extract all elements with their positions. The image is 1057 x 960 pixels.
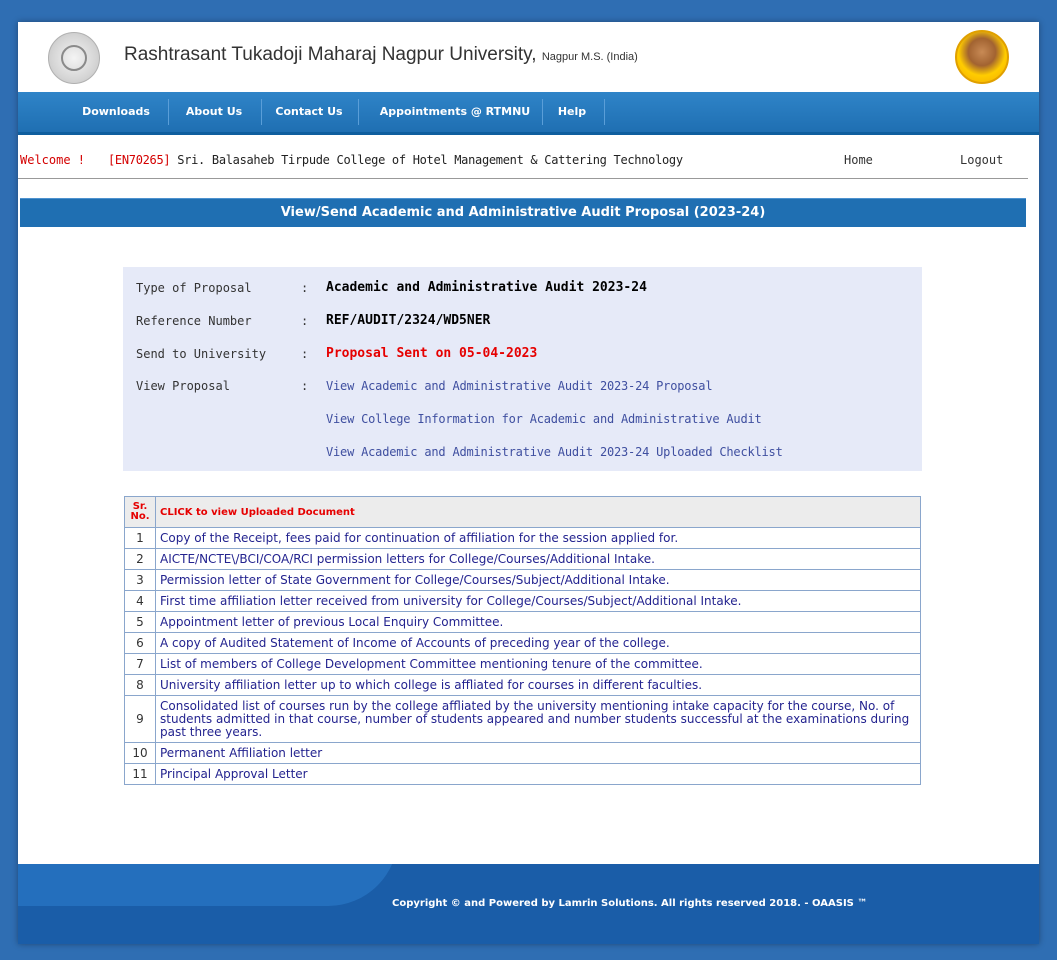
col-sr-header: Sr. No. (124, 496, 156, 528)
proposal-info-box: Type of Proposal : Academic and Administ… (123, 267, 922, 471)
colon: : (301, 347, 309, 361)
document-link[interactable]: Permission letter of State Government fo… (155, 569, 921, 591)
welcome-bar: Welcome ! [EN70265] Sri. Balasaheb Tirpu… (18, 150, 1028, 179)
nav-about-us[interactable]: About Us (178, 92, 250, 132)
table-row: 1 Copy of the Receipt, fees paid for cont… (124, 527, 921, 549)
reference-row: Reference Number : REF/AUDIT/2324/WD5NER (123, 310, 922, 334)
view-college-info-link[interactable]: View College Information for Academic an… (326, 412, 762, 426)
document-link[interactable]: University affiliation letter up to whic… (155, 674, 921, 696)
colon: : (301, 379, 309, 393)
footer-wave-decoration (18, 864, 398, 906)
table-row: 5 Appointment letter of previous Local En… (124, 611, 921, 633)
copyright-text: Copyright © and Powered by Lamrin Soluti… (392, 898, 868, 909)
view-proposal-row: View Proposal : View Academic and Admini… (123, 375, 922, 399)
view-proposal-label: View Proposal (136, 379, 230, 393)
send-row: Send to University : Proposal Sent on 05… (123, 343, 922, 367)
row-number: 5 (124, 611, 156, 633)
site-title: Rashtrasant Tukadoji Maharaj Nagpur Univ… (124, 44, 638, 66)
row-number: 1 (124, 527, 156, 549)
nav-appointments[interactable]: Appointments @ RTMNU (370, 92, 540, 132)
col-sr-line2: No. (130, 511, 150, 522)
table-row: 3 Permission letter of State Government f… (124, 569, 921, 591)
university-location: Nagpur M.S. (India) (541, 51, 638, 63)
row-number: 6 (124, 632, 156, 654)
colon: : (301, 314, 309, 328)
row-number: 3 (124, 569, 156, 591)
home-link[interactable]: Home (844, 153, 873, 167)
proposal-type-label: Type of Proposal (136, 281, 252, 295)
row-number: 9 (124, 695, 156, 743)
table-row: 10 Permanent Affiliation letter (124, 742, 921, 764)
document-link[interactable]: Principal Approval Letter (155, 763, 921, 785)
college-info: [EN70265] Sri. Balasaheb Tirpude College… (108, 153, 683, 167)
view-checklist-row: View Academic and Administrative Audit 2… (123, 441, 922, 465)
table-row: 11 Principal Approval Letter (124, 763, 921, 785)
document-link[interactable]: AICTE/NCTE\/BCI/COA/RCI permission lette… (155, 548, 921, 570)
table-header-row: Sr. No. CLICK to view Uploaded Document (124, 496, 921, 528)
table-row: 6A copy of Audited Statement of Income o… (124, 632, 921, 654)
document-link[interactable]: Appointment letter of previous Local Enq… (155, 611, 921, 633)
site-header: Rashtrasant Tukadoji Maharaj Nagpur Univ… (18, 22, 1039, 92)
table-row: 9 Consolidated list of courses run by the… (124, 695, 921, 743)
row-number: 8 (124, 674, 156, 696)
table-row: 2 AICTE/NCTE\/BCI/COA/RCI permission lett… (124, 548, 921, 570)
row-number: 7 (124, 653, 156, 675)
logout-link[interactable]: Logout (960, 153, 1003, 167)
table-row: 7 List of members of College Development … (124, 653, 921, 675)
page-container: Rashtrasant Tukadoji Maharaj Nagpur Univ… (18, 22, 1039, 944)
view-proposal-link[interactable]: View Academic and Administrative Audit 2… (326, 379, 713, 393)
document-link[interactable]: Consolidated list of courses run by the … (155, 695, 921, 743)
view-checklist-link[interactable]: View Academic and Administrative Audit 2… (326, 445, 783, 459)
row-number: 11 (124, 763, 156, 785)
row-number: 2 (124, 548, 156, 570)
nav-downloads[interactable]: Downloads (80, 92, 152, 132)
col-document-header: CLICK to view Uploaded Document (155, 496, 921, 528)
view-college-info-row: View College Information for Academic an… (123, 408, 922, 432)
page-title-bar: View/Send Academic and Administrative Au… (20, 198, 1026, 227)
nav-contact-us[interactable]: Contact Us (270, 92, 348, 132)
university-logo-icon (48, 32, 100, 84)
table-row: 4 First time affiliation letter received … (124, 590, 921, 612)
document-link[interactable]: First time affiliation letter received f… (155, 590, 921, 612)
site-footer: Copyright © and Powered by Lamrin Soluti… (18, 864, 1039, 944)
table-row: 8 University affiliation letter up to whi… (124, 674, 921, 696)
document-link[interactable]: List of members of College Development C… (155, 653, 921, 675)
document-link[interactable]: A copy of Audited Statement of Income of… (155, 632, 921, 654)
page-title: View/Send Academic and Administrative Au… (280, 205, 766, 220)
welcome-label: Welcome ! (20, 153, 86, 167)
university-name: Rashtrasant Tukadoji Maharaj Nagpur Univ… (124, 44, 537, 65)
send-label: Send to University (136, 347, 267, 361)
college-name: Sri. Balasaheb Tirpude College of Hotel … (177, 153, 683, 167)
send-status: Proposal Sent on 05-04-2023 (326, 346, 538, 361)
college-code: [EN70265] (108, 153, 171, 167)
row-number: 4 (124, 590, 156, 612)
document-link[interactable]: Permanent Affiliation letter (155, 742, 921, 764)
row-number: 10 (124, 742, 156, 764)
reference-value: REF/AUDIT/2324/WD5NER (326, 313, 491, 328)
reference-label: Reference Number (136, 314, 252, 328)
nav-help[interactable]: Help (550, 92, 594, 132)
proposal-type-row: Type of Proposal : Academic and Administ… (123, 277, 922, 301)
colon: : (301, 281, 309, 295)
documents-table: Sr. No. CLICK to view Uploaded Document … (124, 496, 921, 785)
proposal-type-value: Academic and Administrative Audit 2023-2… (326, 280, 647, 295)
founder-portrait-icon (955, 30, 1009, 84)
main-nav: Downloads About Us Contact Us Appointmen… (18, 92, 1039, 135)
document-link[interactable]: Copy of the Receipt, fees paid for conti… (155, 527, 921, 549)
